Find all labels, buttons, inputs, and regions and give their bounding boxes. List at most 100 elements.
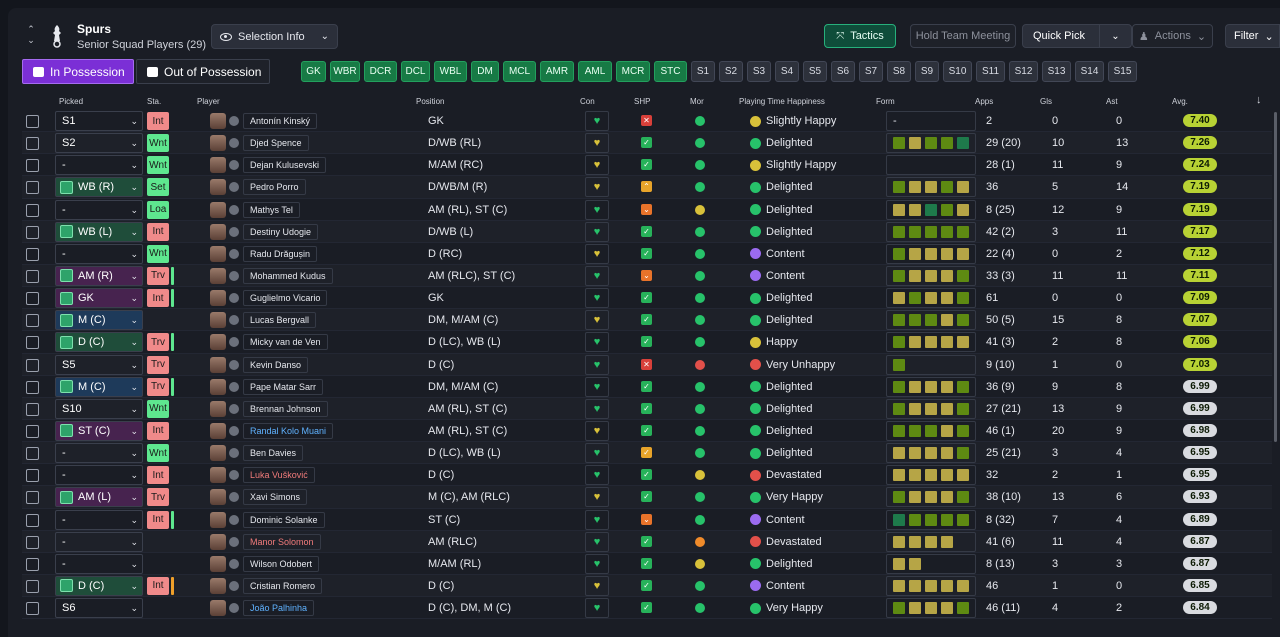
player-name[interactable]: Micky van de Ven bbox=[243, 334, 328, 351]
row-checkbox[interactable] bbox=[26, 247, 39, 261]
sort-arrow-icon[interactable]: ↓ bbox=[1256, 94, 1262, 106]
avatar[interactable] bbox=[210, 555, 226, 572]
col-player[interactable]: Player bbox=[197, 97, 220, 106]
picked-select[interactable]: M (C) ⌄ bbox=[55, 376, 143, 397]
avatar[interactable] bbox=[210, 334, 226, 351]
status-badge[interactable]: Int bbox=[147, 112, 169, 130]
row-checkbox[interactable] bbox=[26, 225, 39, 239]
picked-select[interactable]: S10 ⌄ bbox=[55, 398, 143, 419]
row-checkbox[interactable] bbox=[26, 491, 39, 505]
table-row[interactable]: - ⌄ Int Luka Vušković D (C) ♥ ✓ Devastated 32 2 1 6… bbox=[22, 464, 1272, 487]
col-shp[interactable]: SHP bbox=[634, 97, 650, 106]
col-ast[interactable]: Ast bbox=[1106, 97, 1118, 106]
avatar[interactable] bbox=[210, 511, 226, 528]
row-checkbox[interactable] bbox=[26, 137, 39, 151]
row-checkbox[interactable] bbox=[26, 336, 39, 350]
picked-select[interactable]: - ⌄ bbox=[55, 531, 143, 552]
sub-chip-s14[interactable]: S14 bbox=[1075, 61, 1104, 82]
player-name[interactable]: Brennan Johnson bbox=[243, 400, 328, 417]
col-mor[interactable]: Mor bbox=[690, 97, 704, 106]
status-badge[interactable]: Trv bbox=[147, 355, 169, 374]
table-row[interactable]: S2 ⌄ Wnt Djed Spence D/WB (RL) ♥ ✓ Delighted 29 … bbox=[22, 132, 1272, 155]
picked-select[interactable]: S6 ⌄ bbox=[55, 598, 143, 619]
sub-chip-s6[interactable]: S6 bbox=[831, 61, 855, 82]
table-row[interactable]: M (C) ⌄ Trv Pape Matar Sarr DM, M/AM (C) ♥ ✓ De… bbox=[22, 376, 1272, 398]
position-chip-gk[interactable]: GK bbox=[301, 61, 326, 82]
table-row[interactable]: D (C) ⌄ Trv Micky van de Ven D (LC), WB (L) ♥… bbox=[22, 331, 1272, 354]
picked-select[interactable]: M (C) ⌄ bbox=[55, 310, 143, 331]
picked-select[interactable]: - ⌄ bbox=[55, 553, 143, 574]
player-name[interactable]: Xavi Simons bbox=[243, 489, 308, 506]
picked-select[interactable]: WB (R) ⌄ bbox=[55, 177, 143, 198]
avatar[interactable] bbox=[210, 378, 226, 395]
table-row[interactable]: S10 ⌄ Wnt Brennan Johnson AM (RL), ST (C) ♥ ✓ D… bbox=[22, 397, 1272, 420]
status-badge[interactable]: Int bbox=[147, 576, 169, 595]
col-position[interactable]: Position bbox=[416, 97, 444, 106]
picked-select[interactable]: WB (L) ⌄ bbox=[55, 221, 143, 242]
player-name[interactable]: Wilson Odobert bbox=[243, 555, 320, 572]
avatar[interactable] bbox=[210, 312, 226, 329]
row-checkbox[interactable] bbox=[26, 424, 39, 438]
col-sta[interactable]: Sta. bbox=[147, 97, 161, 106]
hold-team-meeting-button[interactable]: Hold Team Meeting bbox=[910, 24, 1016, 48]
sub-chip-s8[interactable]: S8 bbox=[887, 61, 911, 82]
col-picked[interactable]: Picked bbox=[59, 97, 83, 106]
status-badge[interactable]: Int bbox=[147, 466, 169, 485]
status-badge[interactable]: Trv bbox=[147, 377, 169, 396]
sub-chip-s1[interactable]: S1 bbox=[691, 61, 715, 82]
player-name[interactable]: Pape Matar Sarr bbox=[243, 378, 324, 395]
picked-select[interactable]: ST (C) ⌄ bbox=[55, 420, 143, 441]
status-badge[interactable]: Trv bbox=[147, 333, 169, 352]
row-checkbox[interactable] bbox=[26, 314, 39, 328]
table-row[interactable]: GK ⌄ Int Guglielmo Vicario GK ♥ ✓ Delighted 61 0 0… bbox=[22, 287, 1272, 310]
sub-chip-s9[interactable]: S9 bbox=[915, 61, 939, 82]
picked-select[interactable]: D (C) ⌄ bbox=[55, 332, 143, 353]
row-checkbox[interactable] bbox=[26, 535, 39, 549]
scrollbar[interactable] bbox=[1274, 112, 1277, 442]
position-chip-mcl[interactable]: MCL bbox=[503, 61, 536, 82]
tab-in-possession[interactable]: In Possession bbox=[22, 59, 134, 84]
picked-select[interactable]: - ⌄ bbox=[55, 465, 143, 486]
status-badge[interactable]: Wnt bbox=[147, 399, 169, 418]
player-name[interactable]: Djed Spence bbox=[243, 135, 309, 152]
player-name[interactable]: Manor Solomon bbox=[243, 533, 321, 550]
col-happiness[interactable]: Playing Time Happiness bbox=[739, 97, 825, 106]
avatar[interactable] bbox=[210, 245, 226, 262]
row-checkbox[interactable] bbox=[26, 203, 39, 217]
player-name[interactable]: Dejan Kulusevski bbox=[243, 157, 327, 174]
avatar[interactable] bbox=[210, 422, 226, 439]
picked-select[interactable]: - ⌄ bbox=[55, 509, 143, 530]
sub-chip-s5[interactable]: S5 bbox=[803, 61, 827, 82]
picked-select[interactable]: S2 ⌄ bbox=[55, 133, 143, 154]
row-checkbox[interactable] bbox=[26, 602, 39, 616]
picked-select[interactable]: S5 ⌄ bbox=[55, 354, 143, 375]
table-row[interactable]: - ⌄ Int Dominic Solanke ST (C) ♥ ⌄ Content 8 (32… bbox=[22, 509, 1272, 531]
position-chip-wbl[interactable]: WBL bbox=[434, 61, 467, 82]
status-badge[interactable]: Set bbox=[147, 178, 169, 197]
col-avg[interactable]: Avg. bbox=[1172, 97, 1188, 106]
picked-select[interactable]: - ⌄ bbox=[55, 155, 143, 176]
table-row[interactable]: - ⌄ Wnt Radu Drăgușin D (RC) ♥ ✓ Content 22 (4) 0… bbox=[22, 243, 1272, 265]
status-badge[interactable]: Trv bbox=[147, 488, 169, 507]
col-apps[interactable]: Apps bbox=[975, 97, 993, 106]
position-chip-amr[interactable]: AMR bbox=[540, 61, 574, 82]
player-name[interactable]: Randal Kolo Muani bbox=[243, 422, 334, 439]
avatar[interactable] bbox=[210, 600, 226, 617]
status-badge[interactable]: Loa bbox=[147, 200, 169, 219]
player-name[interactable]: Mohammed Kudus bbox=[243, 267, 333, 284]
status-badge[interactable]: Trv bbox=[147, 266, 169, 285]
avatar[interactable] bbox=[210, 577, 226, 594]
avatar[interactable] bbox=[210, 400, 226, 417]
table-row[interactable]: S6 ⌄ João Palhinha D (C), DM, M (C) ♥ ✓ Very H… bbox=[22, 597, 1272, 620]
table-row[interactable]: WB (R) ⌄ Set Pedro Porro D/WB/M (R) ♥ ⌃ Delight… bbox=[22, 176, 1272, 199]
row-checkbox[interactable] bbox=[26, 115, 39, 128]
avatar[interactable] bbox=[210, 489, 226, 506]
table-row[interactable]: M (C) ⌄ Lucas Bergvall DM, M/AM (C) ♥ ✓ Deligh… bbox=[22, 309, 1272, 332]
status-badge[interactable]: Wnt bbox=[147, 444, 169, 463]
sub-chip-s11[interactable]: S11 bbox=[976, 61, 1005, 82]
table-row[interactable]: ST (C) ⌄ Int Randal Kolo Muani AM (RL), ST (… bbox=[22, 420, 1272, 443]
row-checkbox[interactable] bbox=[26, 181, 39, 195]
avatar[interactable] bbox=[210, 113, 226, 129]
table-row[interactable]: S5 ⌄ Trv Kevin Danso D (C) ♥ ✕ Very Unhappy 9 (1… bbox=[22, 353, 1272, 376]
col-con[interactable]: Con bbox=[580, 97, 595, 106]
